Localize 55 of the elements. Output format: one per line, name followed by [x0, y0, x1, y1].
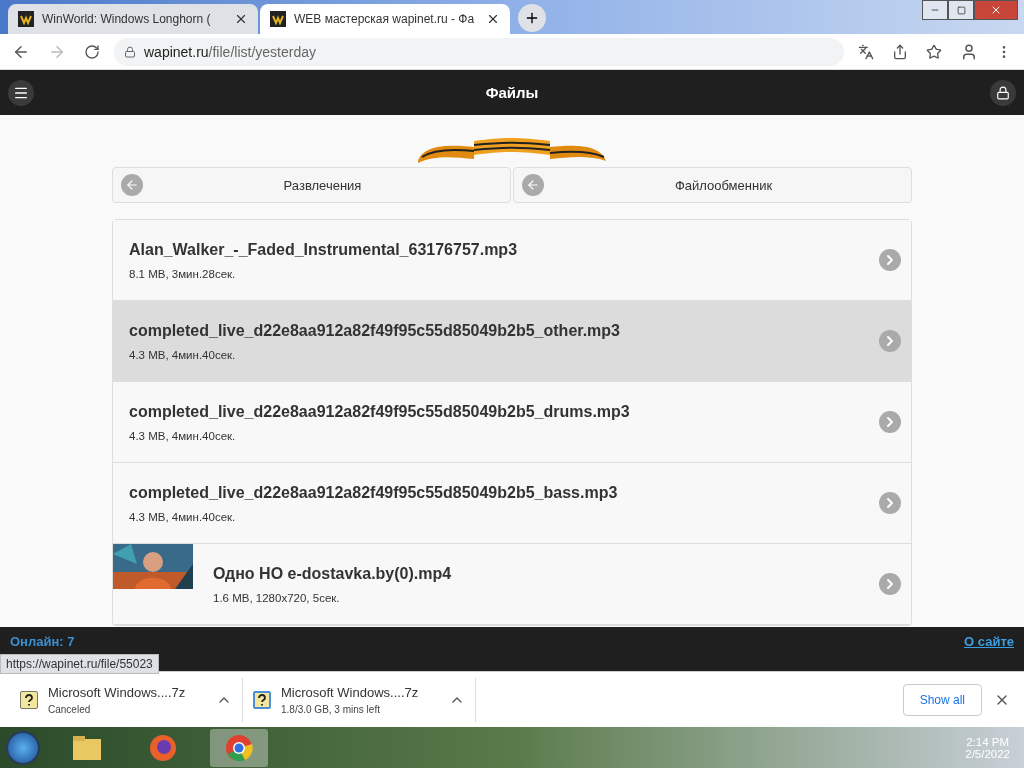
file-name: completed_live_d22e8aa912a82f49f95c55d85049b2b5_drums.mp3 [129, 402, 631, 421]
download-item[interactable]: Microsoft Windows....7z 1.8/3.0 GB, 3 mins left [243, 677, 476, 722]
download-name: Microsoft Windows....7z [48, 684, 187, 700]
about-link[interactable]: О сайте [964, 634, 1014, 649]
lock-icon [996, 85, 1010, 100]
file-info: 4.3 MB, 4мин.40сек. [129, 429, 237, 442]
minimize-button[interactable] [922, 0, 948, 20]
tab-title: WinWorld: Windows Longhorn ( [42, 12, 212, 26]
online-count: Онлайн: 7 [10, 634, 75, 649]
plus-icon [524, 10, 540, 26]
maximize-icon [956, 5, 966, 15]
file-name: Alan_Walker_-_Faded_Instrumental_63176757.mp3 [129, 240, 519, 259]
share-icon [892, 43, 908, 60]
new-tab-button[interactable] [518, 4, 546, 32]
archive-icon [20, 690, 38, 709]
file-info: 1.6 MB, 1280x720, 5сек. [213, 591, 341, 604]
close-icon [990, 4, 1002, 16]
status-url: https://wapinet.ru/file/55023 [0, 654, 159, 674]
show-all-button[interactable]: Show all [902, 683, 982, 716]
close-icon[interactable] [234, 12, 248, 26]
person-icon [960, 42, 978, 61]
download-status: 1.8/3.0 GB, 3 mins left [281, 703, 381, 715]
translate-icon [858, 43, 874, 60]
browser-tab[interactable]: WEB мастерская wapinet.ru - Фа [260, 4, 510, 34]
file-info: 8.1 MB, 3мин.28сек. [129, 267, 237, 280]
login-button[interactable] [990, 79, 1016, 106]
url-text: wapinet.ru/file/list/yesterday [144, 43, 316, 60]
close-icon[interactable] [486, 12, 500, 26]
file-name: completed_live_d22e8aa912a82f49f95c55d85049b2b5_bass.mp3 [129, 483, 619, 502]
site-icon [18, 11, 34, 27]
start-button[interactable] [6, 730, 40, 765]
download-item[interactable]: Microsoft Windows....7z Canceled [10, 677, 243, 722]
download-status: Canceled [48, 703, 92, 715]
file-row[interactable]: completed_live_d22e8aa912a82f49f95c55d85049b2b5_other.mp3 4.3 MB, 4мин.40сек. [113, 301, 911, 382]
archive-icon [253, 690, 271, 709]
chrome-icon[interactable] [210, 728, 268, 767]
star-icon [926, 43, 942, 60]
site-icon [270, 11, 286, 27]
nav-button[interactable]: Файлообменник [513, 167, 912, 203]
download-name: Microsoft Windows....7z [281, 684, 420, 700]
browser-tab[interactable]: WinWorld: Windows Longhorn ( [8, 4, 258, 34]
lock-icon [124, 45, 136, 58]
nav-button[interactable]: Развлечения [112, 167, 511, 203]
tab-title: WEB мастерская wapinet.ru - Фа [294, 12, 476, 26]
file-info: 4.3 MB, 4мин.40сек. [129, 348, 237, 361]
file-name: Одно НО e-dostavka.by(0).mp4 [213, 564, 453, 583]
file-row[interactable]: Одно НО e-dostavka.by(0).mp4 1.6 MB, 1280x720, 5сек. [113, 544, 911, 625]
maximize-button[interactable] [948, 0, 974, 20]
file-info: 4.3 MB, 4мин.40сек. [129, 510, 237, 523]
file-row[interactable]: Alan_Walker_-_Faded_Instrumental_63176757.mp3 8.1 MB, 3мин.28сек. [113, 220, 911, 301]
address-bar[interactable]: wapinet.ru/file/list/yesterday [114, 37, 844, 66]
file-name: completed_live_d22e8aa912a82f49f95c55d85049b2b5_other.mp3 [129, 321, 621, 340]
menu-button[interactable] [8, 79, 34, 106]
reload-icon [84, 43, 100, 60]
page-title: Файлы [485, 84, 539, 101]
